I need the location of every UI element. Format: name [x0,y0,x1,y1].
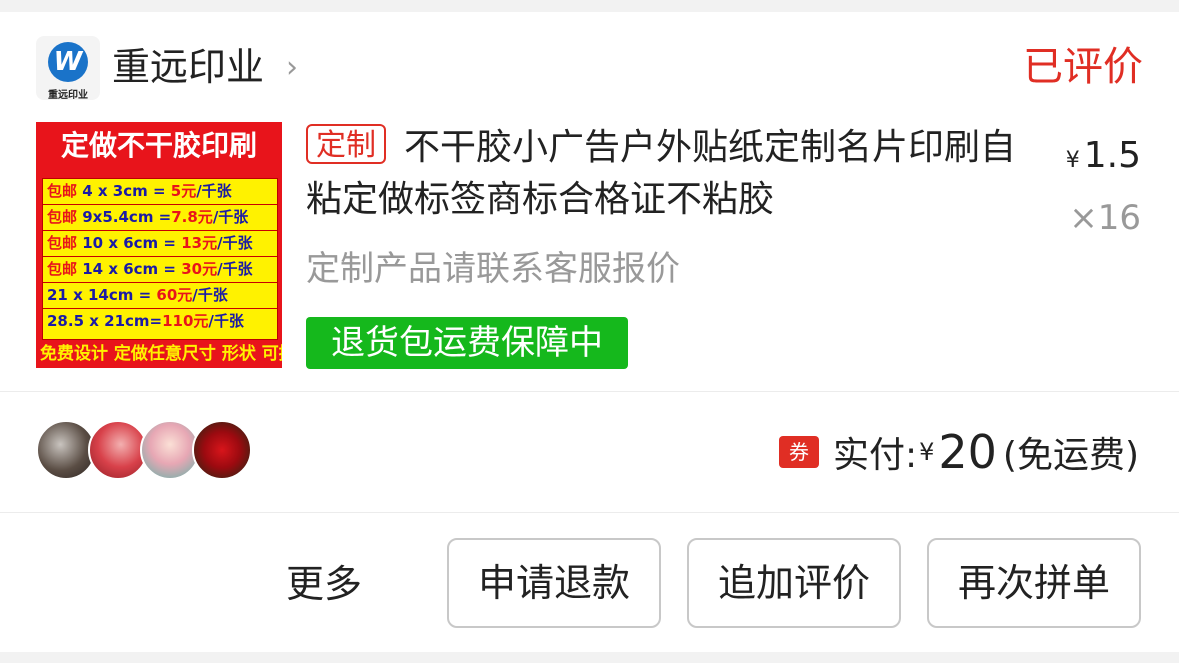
avatar [192,420,252,480]
custom-note: 定制产品请联系客服报价 [306,249,680,289]
coupon-icon: 券 [778,436,819,468]
return-shipping-badge: 退货包运费保障中 [306,317,628,369]
product-image-footer: 免费设计 定做任意尺寸 形状 可接急单 [40,344,282,364]
price-row: 21 x 14cm = 60元/千张 [43,283,277,309]
avatar [140,420,200,480]
shop-logo[interactable]: W 重远印业 [36,36,100,101]
product-image-price-table: 包邮 4 x 3cm = 5元/千张 包邮 9x5.4cm =7.8元/千张 包… [42,178,278,340]
product-image-title: 定做不干胶印刷 [60,129,257,162]
price-row: 包邮 4 x 3cm = 5元/千张 [43,179,277,205]
chevron-right-icon[interactable]: › [286,50,298,86]
add-review-button[interactable]: 追加评价 [687,538,901,628]
more-button[interactable]: 更多 [286,560,362,608]
price-value: 1.5 [1083,135,1141,176]
reorder-button[interactable]: 再次拼单 [927,538,1141,628]
quantity: ×16 [1069,198,1141,238]
price-row: 包邮 14 x 6cm = 30元/千张 [43,257,277,283]
divider [0,391,1179,392]
avatar [88,420,148,480]
divider [0,512,1179,513]
order-status: 已评价 [1023,44,1143,90]
unit-price: ¥1.5 [1066,136,1141,181]
yen-symbol: ¥ [919,438,935,466]
shipping-note: (免运费) [1002,435,1139,476]
shop-logo-mark-icon: W [48,42,88,82]
order-card: W 重远印业 重远印业 › 已评价 定做不干胶印刷 包邮 4 x 3cm = 5… [0,12,1179,652]
product-image[interactable]: 定做不干胶印刷 包邮 4 x 3cm = 5元/千张 包邮 9x5.4cm =7… [36,122,282,368]
price-row: 包邮 10 x 6cm = 13元/千张 [43,231,277,257]
yen-symbol: ¥ [1065,148,1080,173]
paid-amount: 20 [938,425,997,479]
refund-button[interactable]: 申请退款 [447,538,661,628]
avatar [36,420,96,480]
shop-logo-text: 重远印业 [48,90,88,101]
custom-tag: 定制 [306,124,386,164]
price-row: 28.5 x 21cm=110元/千张 [47,312,244,330]
paid-label: 实付: [832,435,918,476]
product-title[interactable]: 不干胶小广告户外贴纸定制名片印刷自粘定做标签商标合格证不粘胶 [306,122,1036,226]
price-row: 包邮 9x5.4cm =7.8元/千张 [43,205,277,231]
payment-summary: 券 实付: ¥ 20 (免运费) [778,425,1139,479]
shop-name[interactable]: 重远印业 [112,42,264,92]
